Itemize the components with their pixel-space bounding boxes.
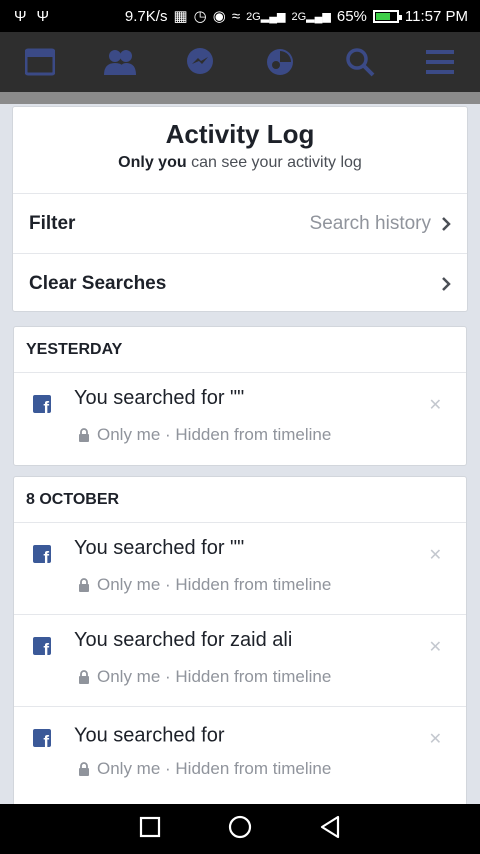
facebook-icon: f (33, 395, 51, 413)
close-icon[interactable]: ✕ (429, 395, 442, 415)
section-title: YESTERDAY (14, 327, 466, 373)
back-button[interactable] (319, 815, 341, 844)
facebook-icon: f (33, 545, 51, 563)
top-nav (0, 32, 480, 92)
home-button[interactable] (228, 815, 252, 844)
usb-icon: Ψ (14, 7, 27, 25)
nav-shadow (0, 92, 480, 104)
lock-icon (79, 578, 89, 592)
entry-text: You searched for zaid ali (74, 629, 293, 651)
entry-text: You searched for (74, 721, 341, 751)
entry-meta: Only me · Hidden from timeline (78, 667, 331, 687)
wifi-icon: ≈ (231, 7, 241, 25)
battery-percent: 65% (336, 7, 367, 25)
lock-icon (79, 762, 89, 776)
section-title: 8 OCTOBER (14, 477, 466, 523)
usb-icon: Ψ (36, 7, 50, 25)
eye-icon: ◉ (212, 8, 226, 25)
recent-apps-button[interactable] (139, 816, 161, 843)
filter-row[interactable]: Filter Search history (13, 193, 467, 253)
close-icon[interactable]: ✕ (429, 637, 442, 657)
list-item[interactable]: f You searched for Only me · Hidden from… (14, 707, 466, 799)
filter-label: Filter (29, 212, 76, 234)
page-title: Activity Log (165, 119, 315, 149)
section-yesterday: YESTERDAY f You searched for "" Only me … (13, 326, 467, 466)
network-speed: 9.7K/s (124, 7, 168, 25)
filter-value: Search history (309, 212, 431, 234)
entry-text: You searched for "" (74, 537, 245, 559)
list-item[interactable]: f You searched for zaid ali Only me · Hi… (14, 615, 466, 707)
vibrate-icon: ▦ (173, 8, 188, 25)
search-icon[interactable] (340, 42, 380, 82)
entry-meta: Only me · Hidden from timeline (78, 425, 331, 445)
chevron-right-icon (441, 214, 453, 234)
clear-searches-row[interactable]: Clear Searches (13, 253, 467, 313)
list-item[interactable]: f You searched for "" Only me · Hidden f… (14, 523, 466, 615)
battery-icon (372, 9, 402, 23)
notifications-icon[interactable] (260, 42, 300, 82)
alarm-icon: ◷ (193, 8, 207, 25)
signal-icon-1: 2G▂▄▆ (246, 10, 286, 23)
entry-meta: Only me · Hidden from timeline (78, 575, 331, 595)
status-bar: Ψ Ψ 9.7K/s ▦ ◷ ◉ ≈ 2G▂▄▆ 2G▂▄▆ 65% 11:57… (0, 0, 480, 32)
facebook-icon: f (33, 637, 51, 655)
page-subtitle: Only you can see your activity log (118, 154, 362, 171)
list-item[interactable]: f You searched for "" Only me · Hidden f… (14, 373, 466, 465)
close-icon[interactable]: ✕ (429, 545, 442, 565)
system-nav-bar (0, 804, 480, 854)
clock: 11:57 PM (404, 7, 468, 25)
lock-icon (79, 670, 89, 684)
entry-meta: Only me · Hidden from timeline (78, 759, 331, 779)
chevron-right-icon (441, 274, 453, 294)
clear-searches-label: Clear Searches (29, 272, 167, 294)
facebook-icon: f (33, 729, 51, 747)
friends-icon[interactable] (100, 42, 140, 82)
close-icon[interactable]: ✕ (429, 729, 442, 749)
signal-icon-2: 2G▂▄▆ (291, 10, 331, 23)
redacted-box (230, 721, 341, 751)
section-8-october: 8 OCTOBER f You searched for "" Only me … (13, 476, 467, 816)
entry-text: You searched for "" (74, 387, 245, 409)
messenger-icon[interactable] (180, 42, 220, 82)
lock-icon (79, 428, 89, 442)
menu-icon[interactable] (420, 42, 460, 82)
activity-log-header: Activity Log Only you can see your activ… (12, 106, 468, 312)
news-feed-icon[interactable] (20, 42, 60, 82)
